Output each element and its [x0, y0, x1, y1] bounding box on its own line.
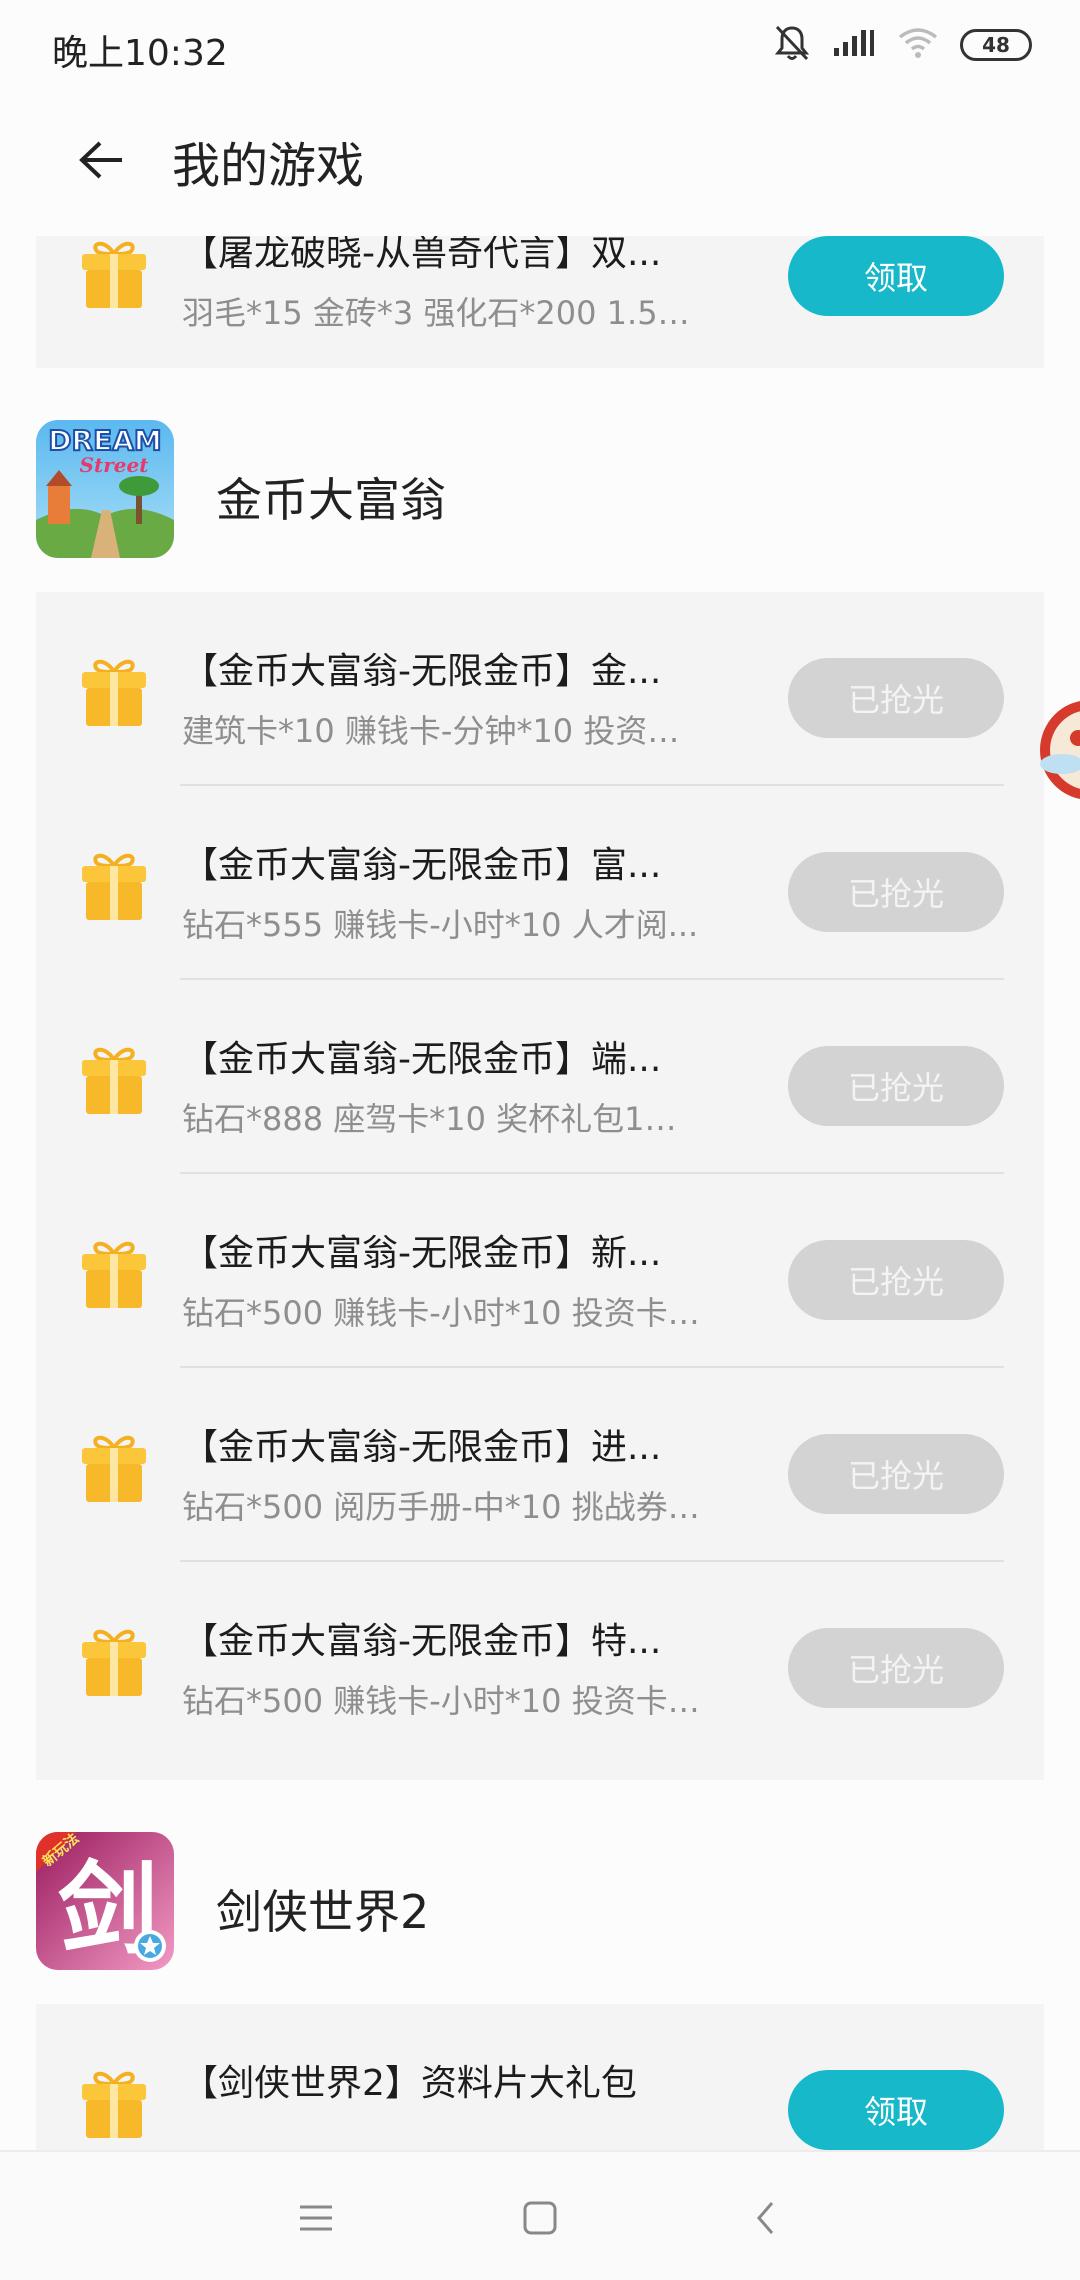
status-time: 晚上10:32 [52, 33, 228, 74]
gift-card: 【金币大富翁-无限金币】金... 建筑卡*10 赚钱卡-分钟*10 投资卡...… [36, 592, 1044, 1780]
icon-text-street: Street [80, 453, 150, 477]
gift-icon [76, 1624, 152, 1700]
game-icon-jianxia: 新玩法 剑 [36, 1832, 174, 1970]
gift-card: 【剑侠世界2】资料片大礼包 领取 [36, 2004, 1044, 2150]
gift-row: 【金币大富翁-无限金币】端... 钻石*888 座驾卡*10 奖杯礼包1星...… [36, 980, 1044, 1174]
app-header: 我的游戏 [0, 90, 1080, 236]
arrow-left-icon [78, 140, 126, 184]
game-gift-list[interactable]: 【屠龙破晓-从兽奇代言】双... 羽毛*15 金砖*3 强化石*200 1.5倍… [0, 236, 1080, 2150]
game-header[interactable]: DREAM Street 金币大富翁 [0, 368, 1080, 592]
sold-out-button[interactable]: 已抢光 [788, 1628, 1004, 1708]
system-nav-bar [0, 2150, 1080, 2280]
gift-row: 【金币大富翁-无限金币】新... 钻石*500 赚钱卡-小时*10 投资卡*5 … [36, 1174, 1044, 1368]
signal-icon [832, 28, 876, 62]
game-icon-dream-street: DREAM Street [36, 420, 174, 558]
gift-icon [76, 1236, 152, 1312]
sold-out-button[interactable]: 已抢光 [788, 852, 1004, 932]
sold-out-button[interactable]: 已抢光 [788, 1434, 1004, 1514]
gift-row: 【金币大富翁-无限金币】特... 钻石*500 赚钱卡-小时*10 投资卡*5 … [36, 1562, 1044, 1780]
gift-desc: 钻石*555 赚钱卡-小时*10 人才阅... [182, 906, 699, 944]
menu-icon[interactable] [284, 2186, 348, 2250]
gift-row: 【金币大富翁-无限金币】进... 钻石*500 阅历手册-中*10 挑战券*5 … [36, 1368, 1044, 1562]
game-name: 金币大富翁 [216, 473, 446, 527]
gift-title: 【金币大富翁-无限金币】富... [182, 845, 662, 886]
gift-desc: 钻石*500 赚钱卡-小时*10 投资卡*5 [182, 1682, 702, 1720]
gift-desc: 钻石*500 赚钱卡-小时*10 投资卡*5 [182, 1294, 702, 1332]
status-icons: 48 [774, 22, 1032, 68]
page-title: 我的游戏 [172, 138, 365, 194]
gift-title: 【金币大富翁-无限金币】金... [182, 651, 662, 692]
bell-mute-icon [774, 24, 810, 66]
gift-icon [76, 654, 152, 730]
gift-row: 【金币大富翁-无限金币】富... 钻石*555 赚钱卡-小时*10 人才阅...… [36, 786, 1044, 980]
gift-row: 【金币大富翁-无限金币】金... 建筑卡*10 赚钱卡-分钟*10 投资卡...… [36, 592, 1044, 786]
gift-icon [76, 1430, 152, 1506]
game-name: 剑侠世界2 [216, 1885, 430, 1939]
game-header[interactable]: 新玩法 剑 剑侠世界2 [0, 1780, 1080, 2004]
home-square-icon[interactable] [508, 2186, 572, 2250]
gift-title: 【金币大富翁-无限金币】新... [182, 1233, 662, 1274]
gift-title: 【屠龙破晓-从兽奇代言】双... [182, 236, 662, 274]
gift-desc: 钻石*888 座驾卡*10 奖杯礼包1星... [182, 1100, 702, 1138]
gift-icon [76, 1042, 152, 1118]
gift-title: 【金币大富翁-无限金币】端... [182, 1039, 662, 1080]
nav-back-icon[interactable] [734, 2186, 798, 2250]
gift-row: 【剑侠世界2】资料片大礼包 领取 [36, 2004, 1044, 2150]
sold-out-button[interactable]: 已抢光 [788, 1046, 1004, 1126]
claim-button[interactable]: 领取 [788, 236, 1004, 316]
claim-button[interactable]: 领取 [788, 2070, 1004, 2150]
gift-icon [76, 236, 152, 312]
gift-title: 【金币大富翁-无限金币】特... [182, 1621, 662, 1662]
gift-desc: 钻石*500 阅历手册-中*10 挑战券*5 [182, 1488, 702, 1526]
gift-card-partial: 【屠龙破晓-从兽奇代言】双... 羽毛*15 金砖*3 强化石*200 1.5倍… [36, 236, 1044, 368]
battery-icon: 48 [960, 29, 1032, 61]
gift-icon [76, 848, 152, 924]
gift-title: 【金币大富翁-无限金币】进... [182, 1427, 662, 1468]
gift-row: 【屠龙破晓-从兽奇代言】双... 羽毛*15 金砖*3 强化石*200 1.5倍… [36, 236, 1044, 368]
gift-icon [76, 2066, 152, 2142]
floating-mascot-widget[interactable] [1032, 680, 1080, 810]
sold-out-button[interactable]: 已抢光 [788, 1240, 1004, 1320]
status-bar: 晚上10:32 48 [0, 0, 1080, 90]
sold-out-button[interactable]: 已抢光 [788, 658, 1004, 738]
wifi-icon [898, 27, 938, 63]
gift-desc: 建筑卡*10 赚钱卡-分钟*10 投资卡... [182, 712, 702, 750]
back-button[interactable] [70, 130, 134, 194]
gift-desc: 羽毛*15 金砖*3 强化石*200 1.5倍... [182, 294, 702, 332]
gift-title: 【剑侠世界2】资料片大礼包 [182, 2063, 637, 2104]
